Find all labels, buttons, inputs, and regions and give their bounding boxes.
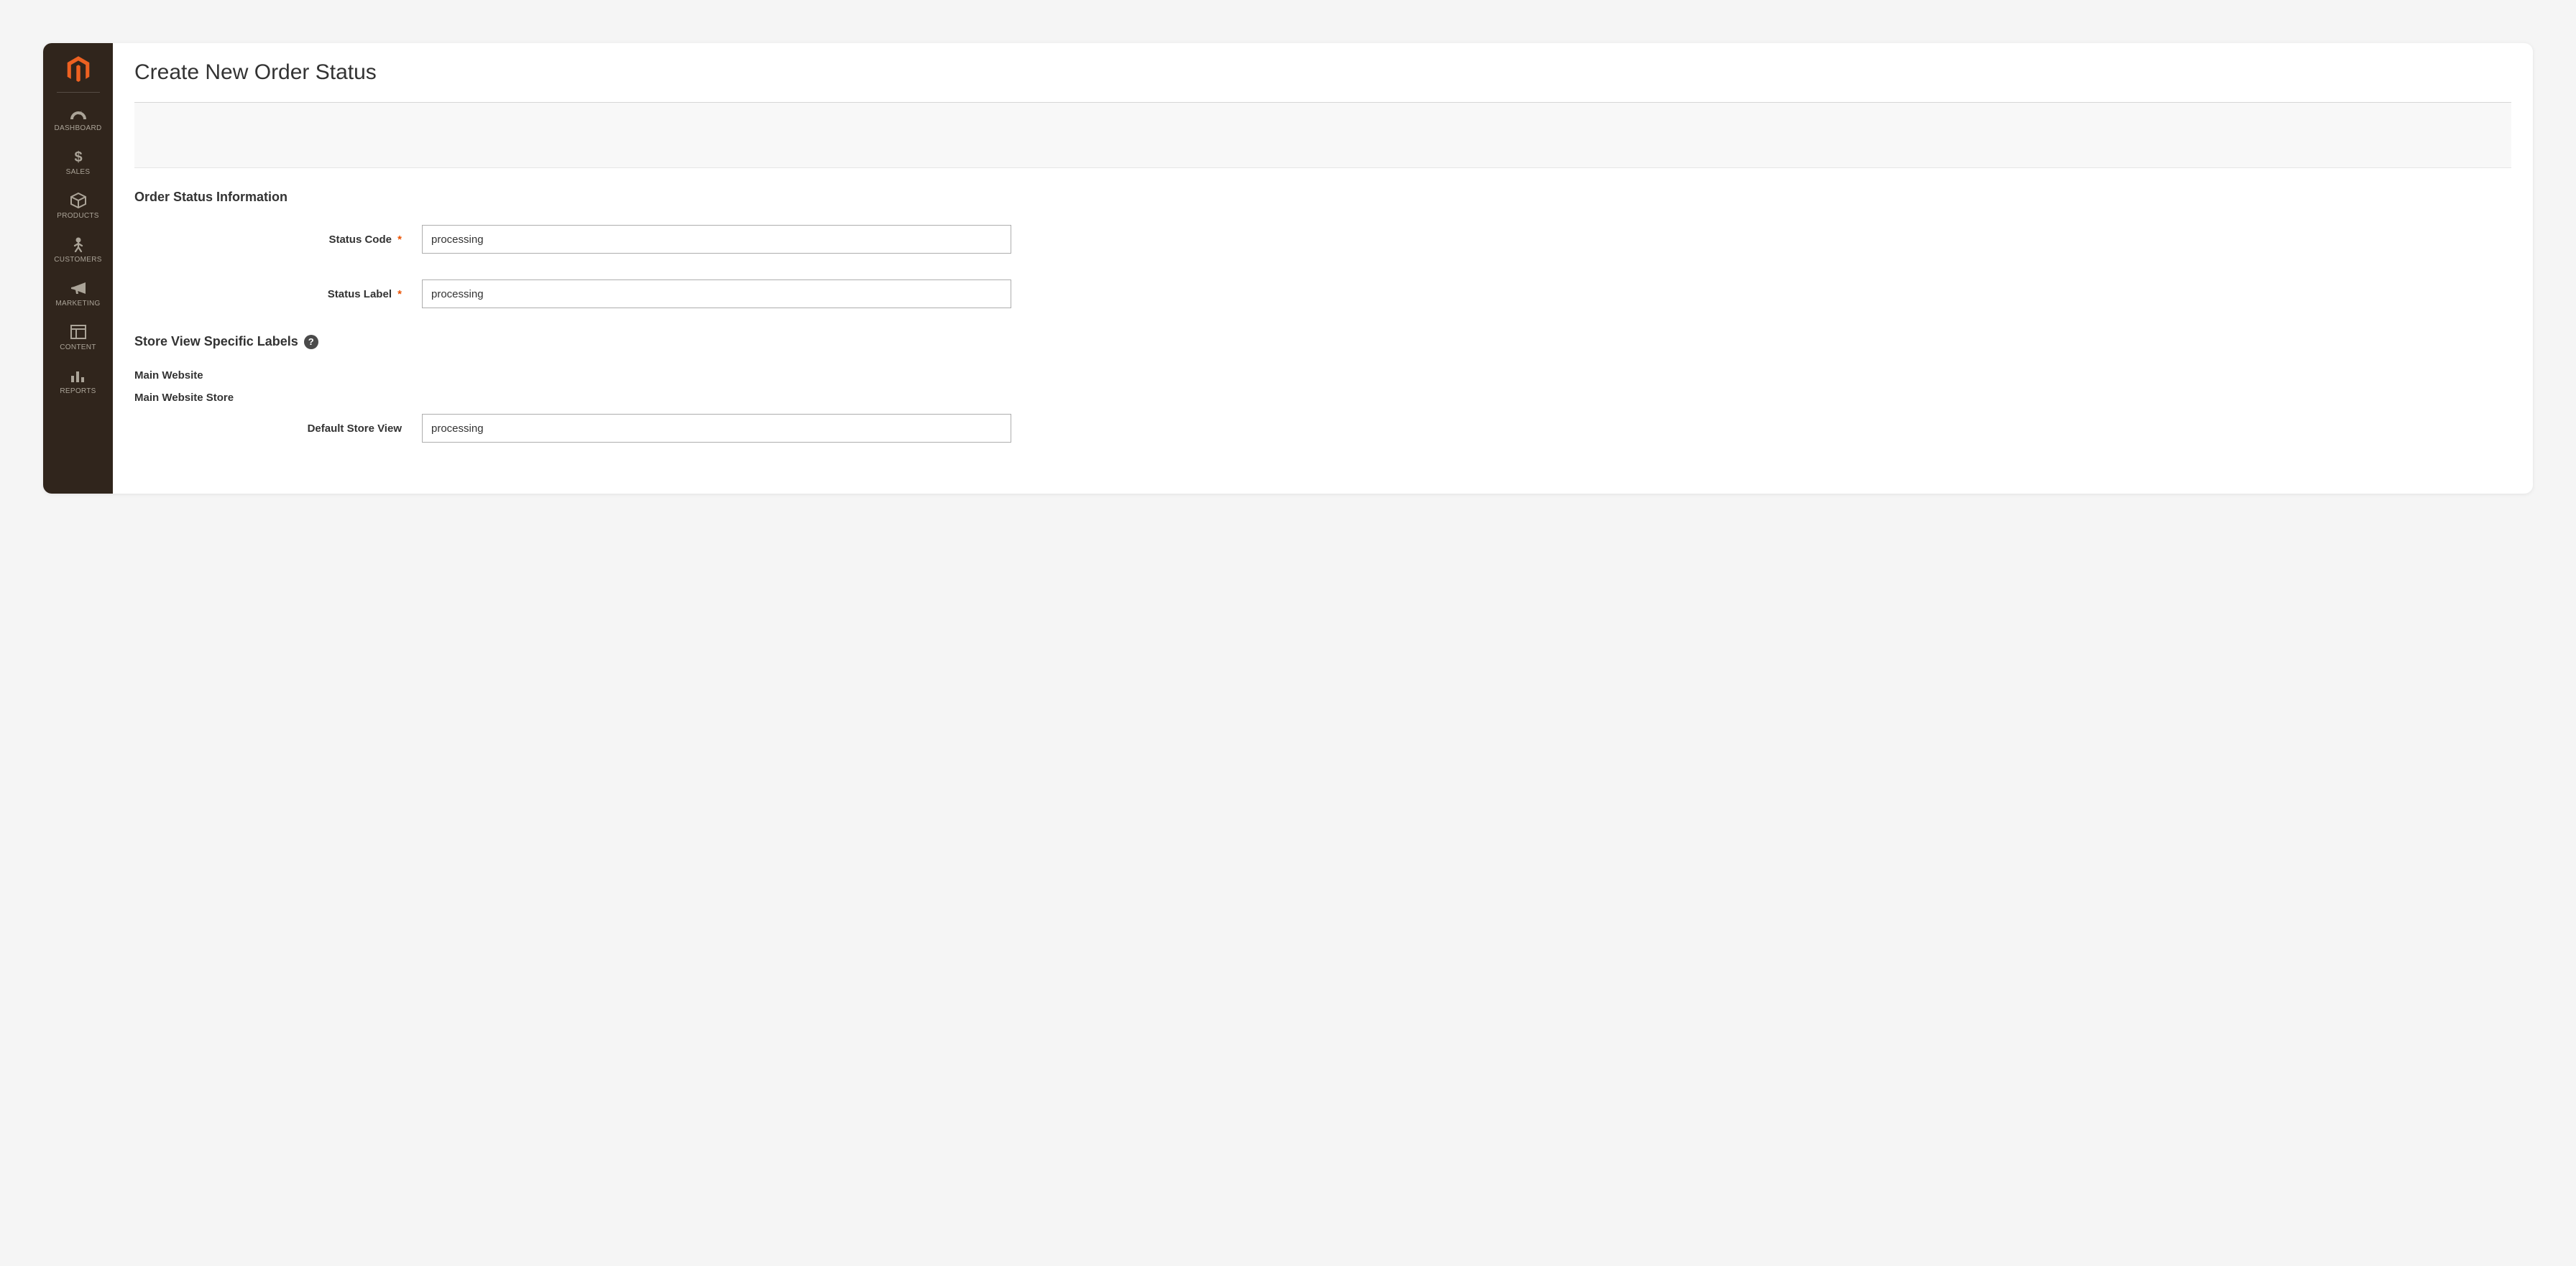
sidebar-item-label: SALES [45,168,111,176]
svg-text:$: $ [74,149,82,165]
form-row-default-store-view: Default Store View [134,414,2511,443]
form-row-status-label: Status Label * [134,279,2511,308]
page-title: Create New Order Status [134,60,2511,85]
sidebar-item-customers[interactable]: CUSTOMERS [43,228,113,272]
help-icon[interactable]: ? [304,335,318,349]
layout-icon [45,323,111,341]
form-row-status-code: Status Code * [134,225,2511,254]
sidebar-item-label: CUSTOMERS [45,256,111,264]
label-text: Default Store View [308,422,402,435]
label-text: Status Label [328,288,392,300]
actions-bar [134,102,2511,168]
main-content: Create New Order Status Order Status Inf… [113,43,2533,494]
sidebar-item-content[interactable]: CONTENT [43,316,113,360]
sidebar-item-label: CONTENT [45,343,111,351]
status-code-input[interactable] [422,225,1011,254]
magento-logo[interactable] [66,49,91,92]
website-label: Main Website [134,369,2511,382]
gauge-icon [45,104,111,121]
bars-icon [45,367,111,384]
sidebar-item-products[interactable]: PRODUCTS [43,185,113,228]
label-text: Status Code [328,234,392,246]
box-icon [45,192,111,209]
required-asterisk: * [397,288,402,300]
sidebar-item-dashboard[interactable]: DASHBOARD [43,97,113,141]
admin-sidebar: DASHBOARD $ SALES PRODUCTS CUSTOMERS MAR… [43,43,113,494]
app-frame: DASHBOARD $ SALES PRODUCTS CUSTOMERS MAR… [43,43,2533,494]
status-label-label: Status Label * [134,288,422,300]
sidebar-item-label: MARKETING [45,300,111,308]
section-title-text: Store View Specific Labels [134,334,298,349]
section-title-store-view: Store View Specific Labels ? [134,334,2511,349]
sidebar-item-label: REPORTS [45,387,111,395]
person-icon [45,236,111,253]
sidebar-item-label: DASHBOARD [45,124,111,132]
sidebar-divider [57,92,100,93]
store-label: Main Website Store [134,392,2511,404]
sidebar-item-sales[interactable]: $ SALES [43,141,113,185]
status-label-input[interactable] [422,279,1011,308]
status-code-label: Status Code * [134,234,422,246]
megaphone-icon [45,279,111,297]
sidebar-item-marketing[interactable]: MARKETING [43,272,113,316]
section-title-info: Order Status Information [134,190,2511,205]
sidebar-item-label: PRODUCTS [45,212,111,220]
dollar-icon: $ [45,148,111,165]
default-store-view-input[interactable] [422,414,1011,443]
default-store-view-label: Default Store View [134,422,422,435]
required-asterisk: * [397,234,402,246]
sidebar-item-reports[interactable]: REPORTS [43,360,113,404]
